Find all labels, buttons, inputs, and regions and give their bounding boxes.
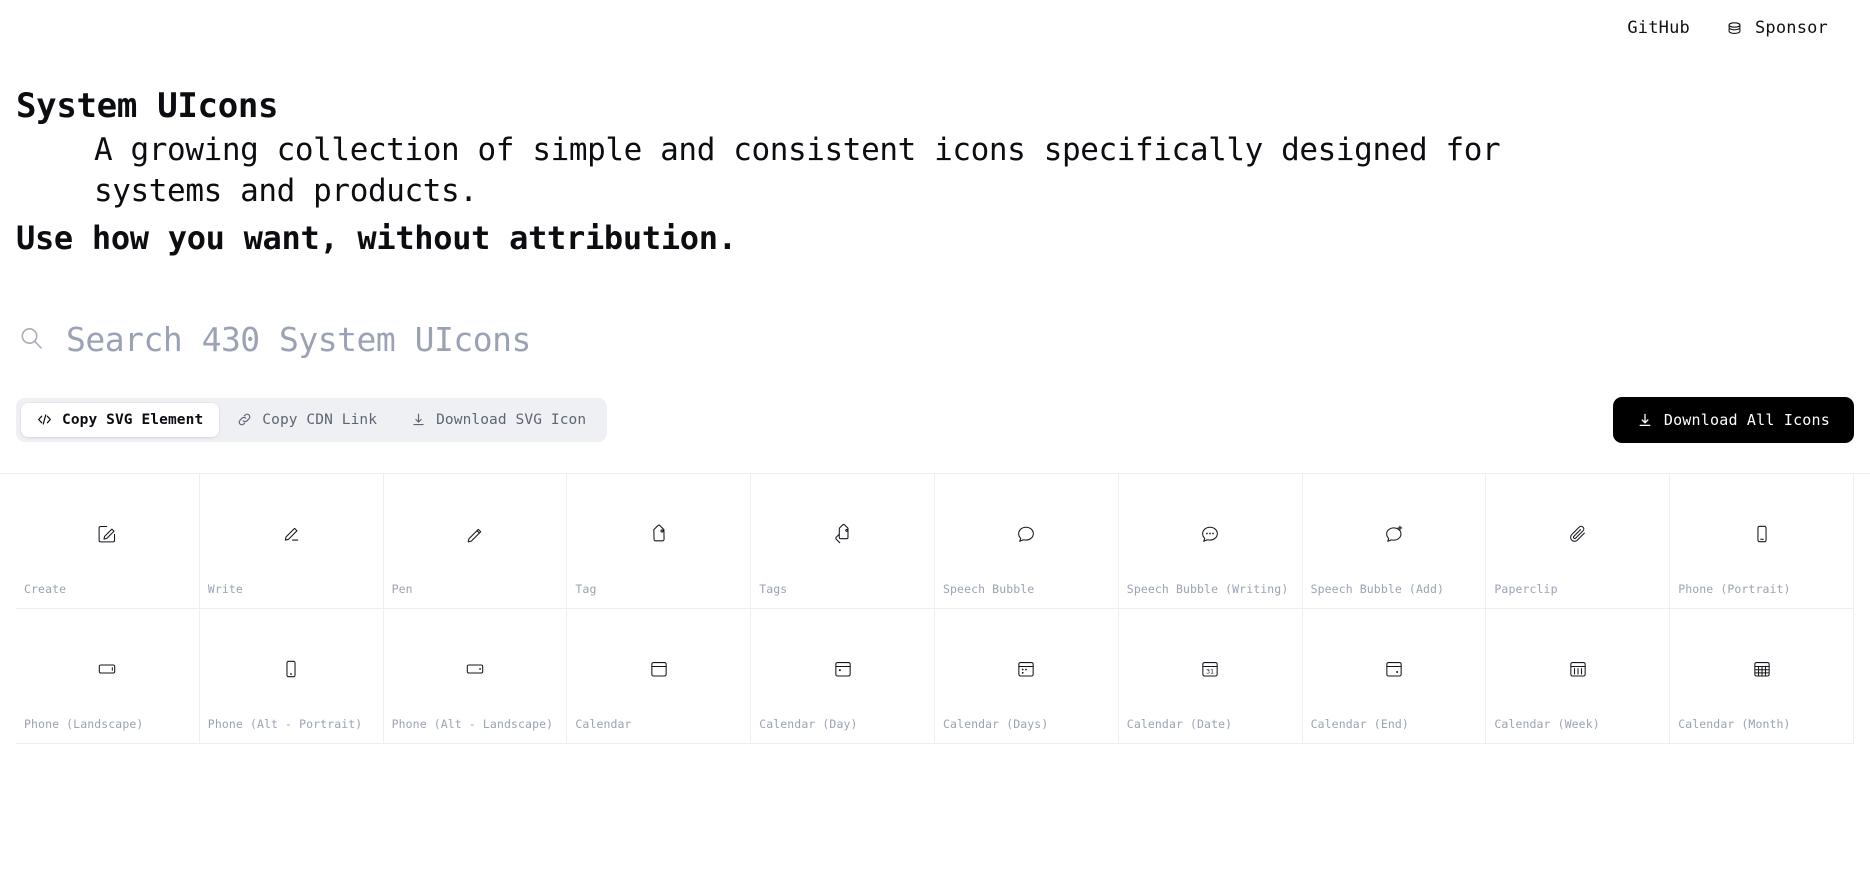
download-all-icons-label: Download All Icons: [1663, 410, 1830, 429]
search-input[interactable]: [64, 314, 1854, 365]
icon-cell[interactable]: Tag: [567, 473, 752, 609]
nav-link-sponsor[interactable]: Sponsor: [1724, 18, 1828, 39]
speech-bubble-writing-icon: [1199, 523, 1221, 545]
phone-portrait-icon: [1751, 523, 1773, 545]
calendar-end-icon: [1383, 658, 1405, 680]
icon-cell[interactable]: Phone (Alt - Portrait): [199, 608, 384, 744]
icon-cell[interactable]: Speech Bubble (Add): [1302, 473, 1487, 609]
icon-label: Write: [207, 581, 243, 596]
paperclip-icon: [1567, 523, 1589, 545]
icon-cell[interactable]: Calendar: [567, 608, 752, 744]
hero-footer-note: Use how you want, without attribution.: [16, 218, 737, 257]
icon-grid: Create Write Pen Tag Tags Speech Bubble …: [0, 472, 1870, 744]
icon-label: Calendar: [575, 716, 632, 731]
icon-label: Speech Bubble (Add): [1310, 581, 1445, 596]
icon-label: Tags: [759, 581, 788, 596]
top-nav: GitHub Sponsor: [0, 0, 1870, 56]
code-icon: [37, 412, 52, 427]
page-root: GitHub Sponsor System UIcons A growing c…: [0, 0, 1870, 881]
coins-icon: [1724, 18, 1745, 39]
write-icon: [280, 523, 302, 545]
icon-label: Phone (Alt - Landscape): [391, 716, 554, 731]
icon-cell[interactable]: Phone (Portrait): [1670, 473, 1854, 609]
phone-landscape-icon: [96, 658, 118, 680]
calendar-days-icon: [1015, 658, 1037, 680]
calendar-month-icon: [1751, 658, 1773, 680]
download-all-icons-button[interactable]: Download All Icons: [1612, 396, 1854, 443]
icon-label: Calendar (Month): [1678, 716, 1791, 731]
calendar-icon: [648, 658, 670, 680]
icon-cell[interactable]: Calendar (End): [1302, 608, 1487, 744]
create-icon: [96, 523, 118, 545]
search-icon: [16, 323, 46, 357]
download-svg-icon-label: Download SVG Icon: [436, 411, 587, 428]
speech-bubble-icon: [1015, 523, 1037, 545]
calendar-date-icon: 31: [1199, 658, 1221, 680]
tag-icon: [648, 523, 670, 545]
icon-label: Phone (Landscape): [24, 716, 144, 731]
icon-label: Pen: [391, 581, 413, 596]
icon-label: Calendar (Week): [1494, 716, 1600, 731]
icon-label: Phone (Portrait): [1678, 581, 1791, 596]
nav-link-sponsor-label: Sponsor: [1754, 18, 1828, 38]
download-svg-icon-button[interactable]: Download SVG Icon: [395, 403, 602, 437]
download-icon: [411, 412, 426, 427]
copy-mode-segmented-control: Copy SVG Element Copy CDN Link Download …: [16, 397, 608, 442]
icon-label: Calendar (End): [1310, 716, 1409, 731]
phone-alt-portrait-icon: [280, 658, 302, 680]
icon-cell[interactable]: Calendar (Month): [1670, 608, 1854, 744]
icon-cell[interactable]: 31 Calendar (Date): [1118, 608, 1303, 744]
icon-cell[interactable]: Phone (Alt - Landscape): [383, 608, 568, 744]
copy-cdn-link-button[interactable]: Copy CDN Link: [221, 403, 393, 437]
icon-cell[interactable]: Calendar (Week): [1486, 608, 1671, 744]
svg-text:31: 31: [1206, 667, 1214, 675]
action-toolbar: Copy SVG Element Copy CDN Link Download …: [0, 396, 1870, 443]
icon-cell[interactable]: Speech Bubble (Writing): [1118, 473, 1303, 609]
icon-label: Paperclip: [1494, 581, 1558, 596]
icon-cell[interactable]: Phone (Landscape): [16, 608, 200, 744]
page-title: System UIcons: [16, 86, 279, 126]
icon-cell[interactable]: Write: [199, 473, 384, 609]
copy-cdn-link-label: Copy CDN Link: [262, 411, 378, 428]
icon-label: Speech Bubble (Writing): [1126, 581, 1289, 596]
pen-icon: [464, 523, 486, 545]
link-icon: [237, 412, 252, 427]
calendar-day-icon: [832, 658, 854, 680]
icon-cell[interactable]: Speech Bubble: [935, 473, 1119, 609]
copy-svg-element-button[interactable]: Copy SVG Element: [21, 402, 220, 437]
icon-cell[interactable]: Calendar (Days): [935, 608, 1119, 744]
icon-cell[interactable]: Create: [16, 473, 200, 609]
icon-cell[interactable]: Paperclip: [1486, 473, 1671, 609]
nav-link-github-label: GitHub: [1627, 18, 1690, 38]
icon-label: Calendar (Day): [759, 716, 858, 731]
copy-svg-element-label: Copy SVG Element: [62, 411, 204, 428]
tags-icon: [832, 523, 854, 545]
icon-label: Tag: [575, 581, 597, 596]
icon-label: Calendar (Date): [1126, 716, 1233, 731]
speech-bubble-add-icon: [1383, 523, 1405, 545]
icon-cell[interactable]: Tags: [751, 473, 935, 609]
icon-label: Create: [24, 581, 67, 596]
hero-subtitle: A growing collection of simple and consi…: [94, 132, 1501, 210]
icon-label: Speech Bubble: [943, 581, 1035, 596]
nav-link-github[interactable]: GitHub: [1627, 18, 1690, 38]
hero-section: System UIcons A growing collection of si…: [0, 56, 1870, 257]
icon-cell[interactable]: Calendar (Day): [751, 608, 935, 744]
phone-alt-landscape-icon: [464, 658, 486, 680]
icon-label: Phone (Alt - Portrait): [207, 716, 363, 731]
search-bar: [0, 309, 1870, 371]
icon-cell[interactable]: Pen: [383, 473, 568, 609]
icon-label: Calendar (Days): [943, 716, 1049, 731]
download-icon: [1637, 412, 1653, 428]
calendar-week-icon: [1567, 658, 1589, 680]
